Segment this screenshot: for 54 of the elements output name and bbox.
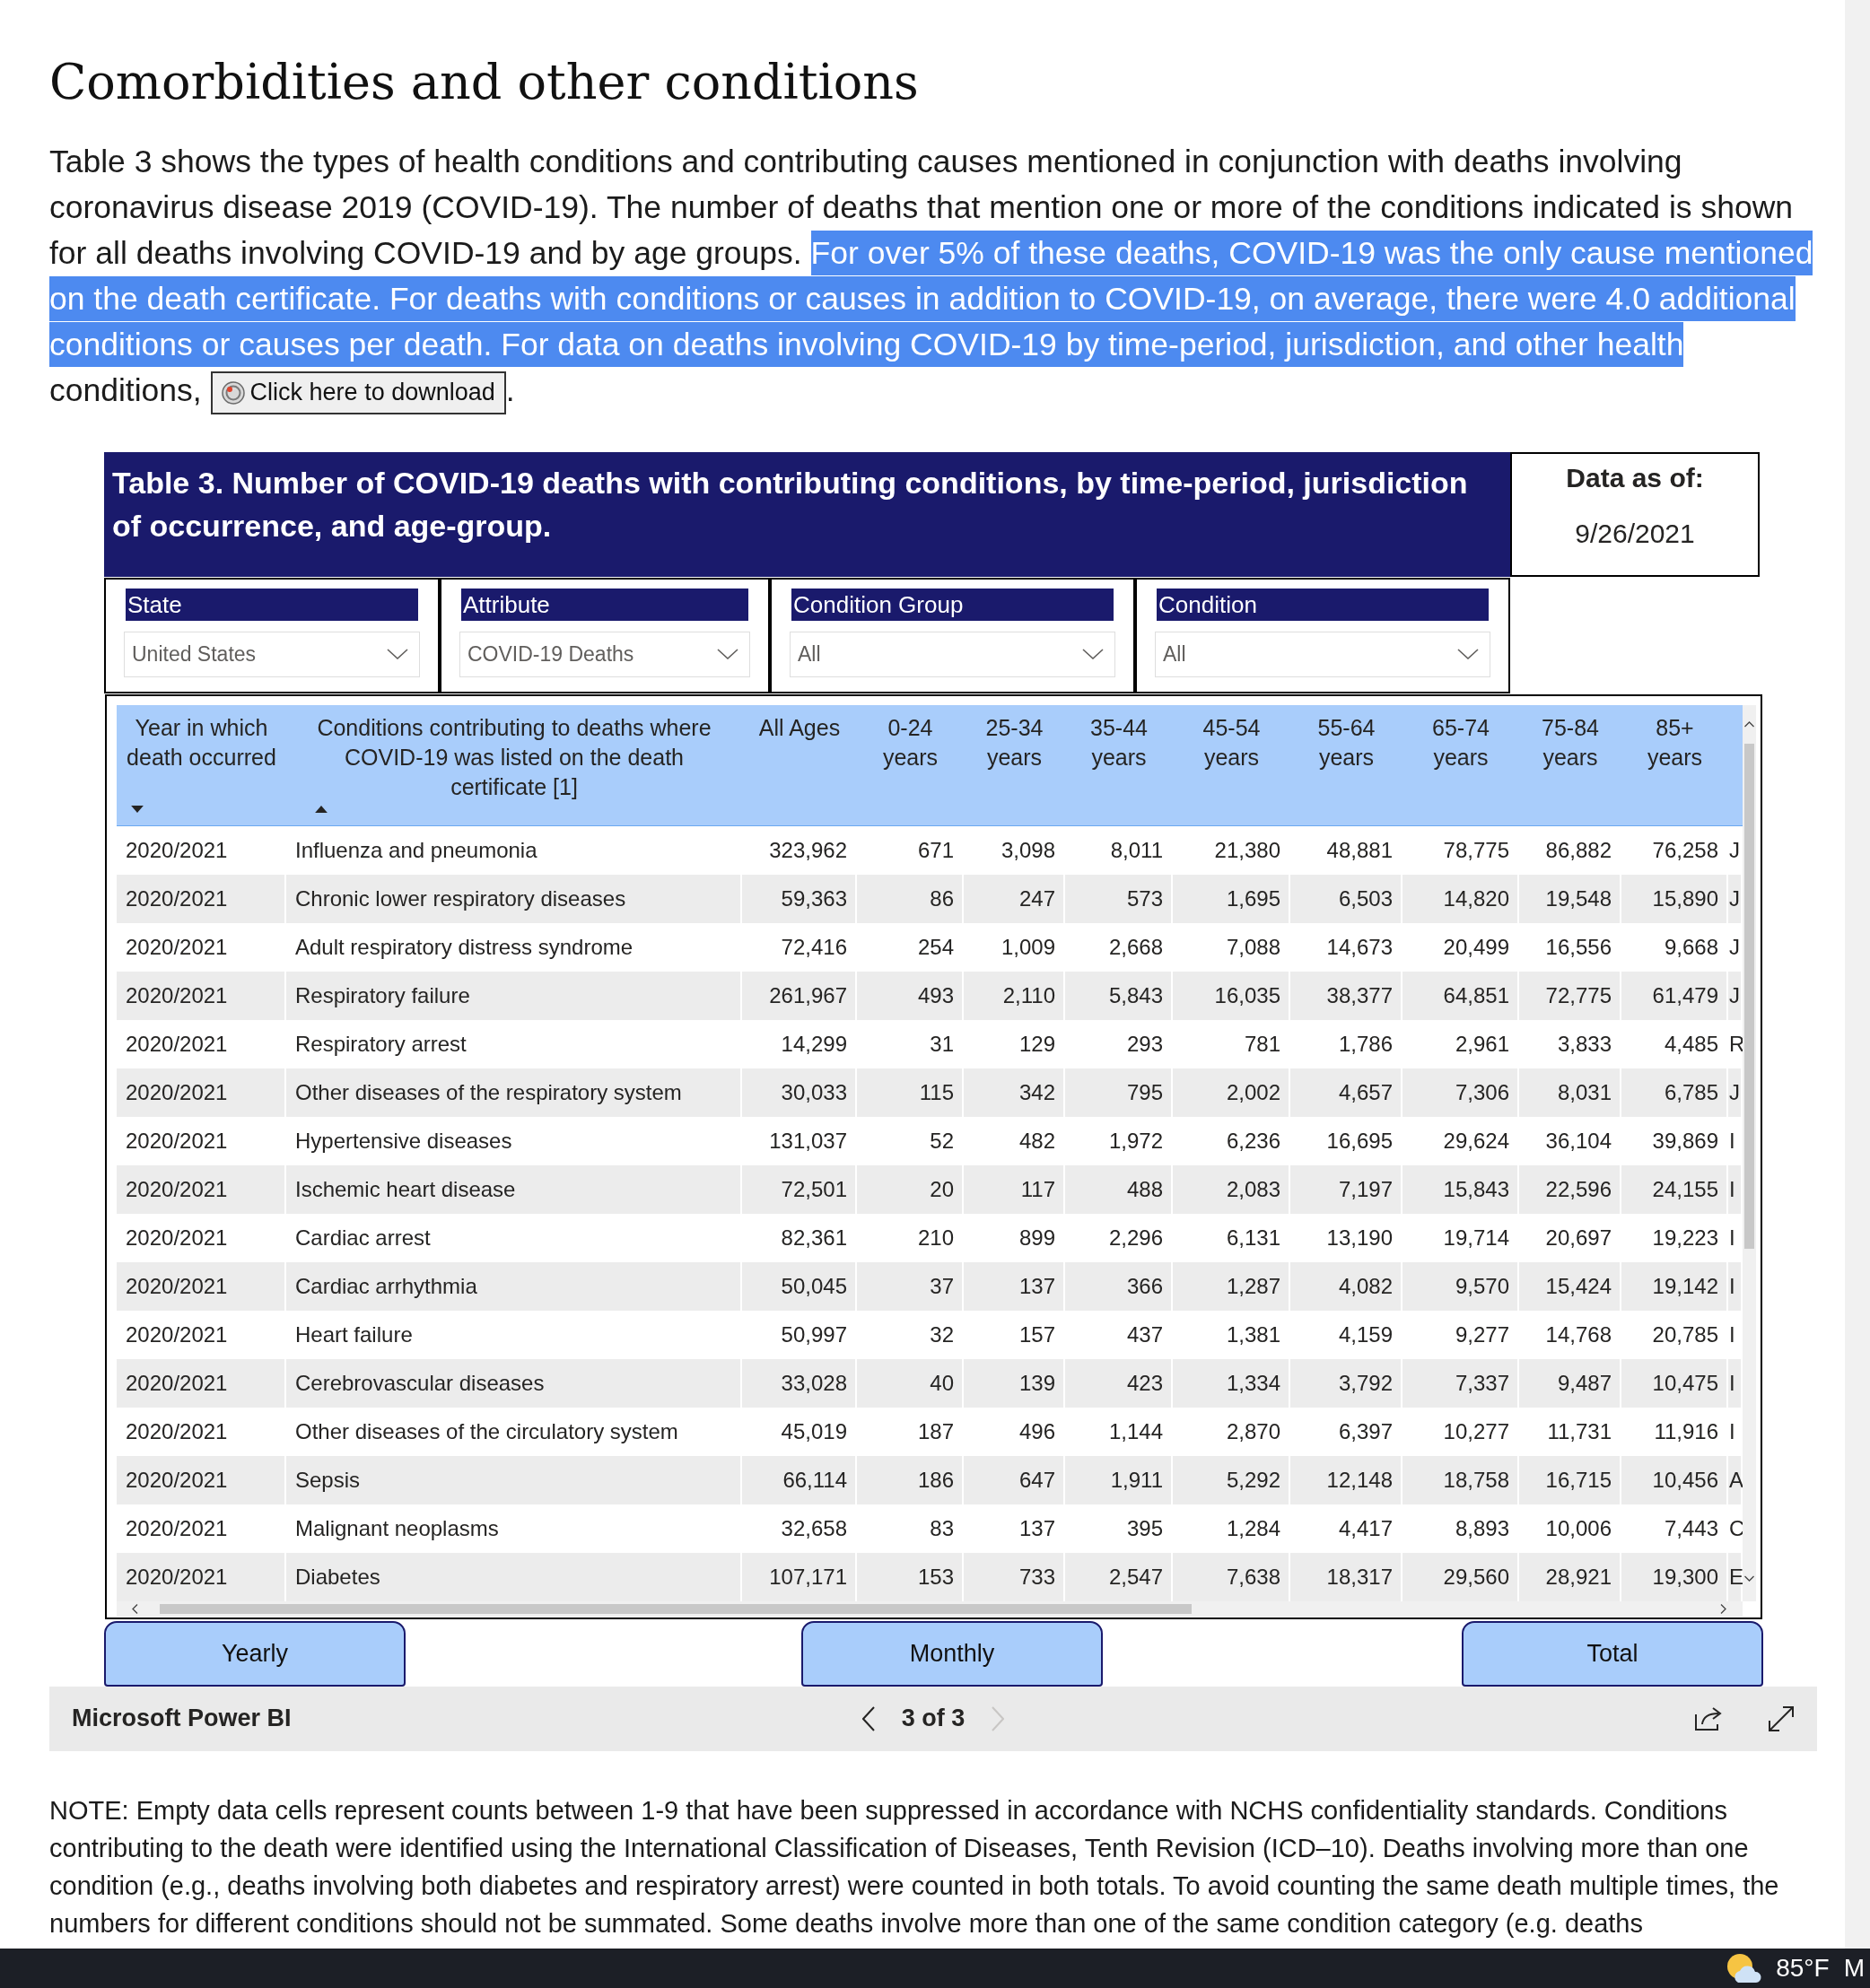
- filter-label: Attribute: [461, 588, 748, 621]
- filter-label: State: [126, 588, 418, 621]
- previous-page-button[interactable]: [861, 1705, 875, 1731]
- filter-dropdown[interactable]: All: [790, 631, 1115, 677]
- column-header[interactable]: 0-24 years: [864, 712, 957, 772]
- filter-dropdown[interactable]: All: [1155, 631, 1490, 677]
- page-heading: Comorbidities and other conditions: [49, 53, 920, 111]
- view-button[interactable]: Total: [1462, 1620, 1763, 1687]
- chevron-down-icon[interactable]: [1744, 1574, 1754, 1582]
- expand-icon[interactable]: [1768, 1705, 1795, 1732]
- column-header[interactable]: 85+ years: [1629, 712, 1721, 772]
- chevron-down-icon: [1082, 649, 1104, 660]
- triangle-down-icon[interactable]: [131, 805, 144, 813]
- chevron-left-icon[interactable]: [132, 1603, 138, 1614]
- page-indicator: 3 of 3: [901, 1704, 966, 1734]
- column-header[interactable]: 25-34 years: [971, 712, 1058, 772]
- download-button[interactable]: Click here to download: [210, 371, 506, 414]
- weather-text: M: [1843, 1953, 1865, 1984]
- table-title: Table 3. Number of COVID-19 deaths with contributing conditions, by time-period, jurisdiction of occurrence, and age-group.: [104, 451, 1510, 577]
- chevron-left-icon: [861, 1705, 875, 1731]
- target-icon: [221, 380, 245, 405]
- column-header[interactable]: 65-74 years: [1410, 712, 1512, 772]
- sun-cloud-icon: [1726, 1953, 1762, 1984]
- chevron-right-icon: [992, 1705, 1005, 1731]
- note-text: NOTE: Empty data cells represent counts between 1-9 that have been suppressed in accordance with NCHS confidentiality standards. Conditions contributing to the death were identified using the International Classification of Diseases, Tenth Revision (ICD–10). Deaths involving more than one condition (e.g., deaths involving both diabetes and respiratory arrest) were counted in both totals. To avoid counting the same death multiple times, the numbers for different conditions should not be summated. Some deaths involve more than one of the same condition category (e.g. deaths: [49, 1794, 1780, 1940]
- filter-label: Condition Group: [791, 588, 1114, 621]
- intro-paragraph: Table 3 shows the types of health conditions and contributing causes mentioned in conjunction with deaths involving coronavirus disease 2019 (COVID-19). The number of deaths that mention one or more of the conditions indicated is shown for all deaths involving COVID-19 and by age groups. For over 5% of these deaths, COVID-19 was the only cause mentioned on the death certificate. For deaths with conditions or causes in addition to COVID-19, on average, there were 4.0 additional conditions or causes per death. For data on deaths involving COVID-19 by time-period, jurisdiction, and other health conditions, Click here to download .: [49, 139, 1822, 414]
- column-header[interactable]: Conditions contributing to deaths where COVID-19 was listed on the death certificate [1]: [308, 712, 721, 802]
- scrollbar-thumb[interactable]: [1744, 743, 1754, 1249]
- column-header[interactable]: 35-44 years: [1072, 712, 1166, 772]
- column-header[interactable]: 45-54 years: [1180, 712, 1283, 772]
- triangle-up-icon[interactable]: [315, 805, 328, 813]
- brand-name: Microsoft Power BI: [72, 1704, 292, 1734]
- filter-dropdown[interactable]: United States: [124, 631, 420, 677]
- column-header[interactable]: 55-64 years: [1298, 712, 1395, 772]
- filter-label: Condition: [1157, 588, 1489, 621]
- date-label: Data as of:: [1566, 461, 1704, 494]
- chevron-down-icon: [387, 649, 408, 660]
- chevron-down-icon: [717, 649, 738, 660]
- chevron-up-icon[interactable]: [1744, 720, 1754, 728]
- view-button[interactable]: Monthly: [801, 1620, 1103, 1687]
- chevron-right-icon[interactable]: [1720, 1603, 1726, 1614]
- page-scrollbar-track[interactable]: [1845, 0, 1870, 1949]
- view-button[interactable]: Yearly: [104, 1620, 406, 1687]
- date-value: 9/26/2021: [1575, 517, 1695, 550]
- filter-dropdown[interactable]: COVID-19 Deaths: [459, 631, 750, 677]
- chevron-down-icon: [1457, 649, 1479, 660]
- column-header[interactable]: Year in which death occurred: [124, 712, 279, 772]
- scrollbar-thumb[interactable]: [160, 1603, 1192, 1614]
- vertical-scrollbar[interactable]: [1743, 704, 1756, 1601]
- share-icon[interactable]: [1694, 1705, 1723, 1731]
- weather-temperature: 85°F: [1776, 1953, 1830, 1984]
- column-header[interactable]: 75-84 years: [1526, 712, 1614, 772]
- column-header[interactable]: All Ages: [749, 712, 850, 743]
